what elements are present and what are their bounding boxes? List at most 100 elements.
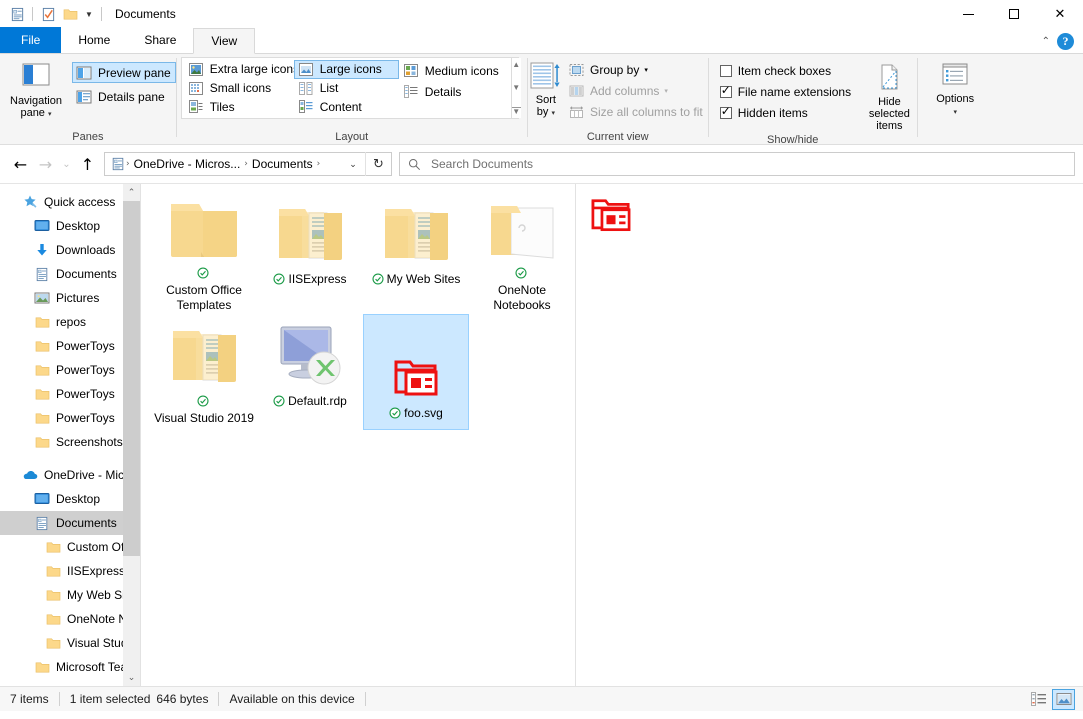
sidebar-item-onedrive-desktop[interactable]: Desktop <box>0 487 140 511</box>
file-name-extensions-option[interactable]: File name extensions <box>717 81 856 102</box>
qat-checkbox-icon[interactable] <box>37 3 59 25</box>
hide-selected-items-button[interactable]: Hide selected items <box>862 58 917 132</box>
layout-tiles[interactable]: Tiles <box>184 97 294 116</box>
sidebar-item-documents[interactable]: Documents <box>0 262 140 286</box>
sidebar-item-visual-studio[interactable]: Visual Studio 2 <box>0 631 140 655</box>
preview-pane-icon <box>75 65 93 81</box>
breadcrumb[interactable]: › OneDrive - Micros... › Documents › ⌄ ↻ <box>104 152 392 176</box>
breadcrumb-dropdown-icon[interactable]: ⌄ <box>341 159 365 170</box>
layout-content[interactable]: Content <box>294 97 399 116</box>
file-item-custom-office-templates[interactable]: Custom Office Templates <box>151 188 257 312</box>
collapse-ribbon-icon[interactable]: ⌃ <box>1037 36 1055 47</box>
file-item-default-rdp[interactable]: Default.rdp <box>257 310 363 428</box>
medium-icons-icon <box>402 63 420 79</box>
layout-scroll-more-icon[interactable]: ▼ <box>511 107 521 116</box>
sidebar-item-powertoys-1[interactable]: PowerToys <box>0 334 140 358</box>
layout-list[interactable]: List <box>294 79 399 98</box>
file-label: Default.rdp <box>258 394 362 411</box>
file-item-iisexpress[interactable]: IISExpress <box>257 188 363 306</box>
options-button[interactable]: Options ▾ <box>919 58 991 117</box>
folder-icon <box>45 635 61 651</box>
sidebar-item-screenshots[interactable]: Screenshots <box>0 430 140 454</box>
minimize-button[interactable] <box>945 0 991 28</box>
breadcrumb-item-onedrive[interactable]: OneDrive - Micros... <box>131 157 244 171</box>
qat-properties-icon[interactable] <box>6 3 28 25</box>
sort-by-caret[interactable]: ▾ <box>551 110 555 117</box>
sidebar-item-my-web-sites[interactable]: My Web Sites <box>0 583 140 607</box>
sidebar-item-quick-access[interactable]: Quick access <box>0 190 140 214</box>
navigation-pane-button[interactable]: Navigation pane ▾ <box>0 58 72 119</box>
help-icon[interactable]: ? <box>1057 32 1074 50</box>
item-check-boxes-checkbox[interactable] <box>719 64 732 77</box>
tab-share[interactable]: Share <box>127 27 194 53</box>
file-item-my-web-sites[interactable]: My Web Sites <box>363 188 469 306</box>
hidden-items-checkbox[interactable] <box>719 104 732 119</box>
layout-scroll-up-icon[interactable]: ▲ <box>512 61 520 69</box>
item-check-boxes-option[interactable]: Item check boxes <box>717 60 856 81</box>
file-item-visual-studio-2019[interactable]: Visual Studio 2019 <box>151 310 257 428</box>
sidebar-item-onenote-notebooks[interactable]: OneNote Note <box>0 607 140 631</box>
sidebar-item-repos[interactable]: repos <box>0 310 140 334</box>
nav-scroll-thumb[interactable] <box>123 201 140 556</box>
sidebar-item-onedrive-documents[interactable]: Documents <box>0 511 140 535</box>
breadcrumb-item-documents[interactable]: Documents <box>249 157 316 171</box>
preview-pane-toggle[interactable]: Preview pane <box>72 62 176 83</box>
sort-by-button[interactable]: Sort by ▾ <box>528 58 564 118</box>
tab-home[interactable]: Home <box>61 27 128 53</box>
group-by-button[interactable]: Group by ▾ <box>564 59 708 80</box>
sidebar-item-powertoys-3[interactable]: PowerToys <box>0 382 140 406</box>
sidebar-item-custom-office[interactable]: Custom Office <box>0 535 140 559</box>
list-icon <box>297 80 315 96</box>
sidebar-item-desktop[interactable]: Desktop <box>0 214 140 238</box>
layout-scroll-down-icon[interactable]: ▼ <box>512 84 520 92</box>
file-name-extensions-checkbox[interactable] <box>719 83 732 98</box>
recent-locations-button[interactable]: ⌄ <box>58 152 75 177</box>
file-item-foo-svg[interactable]: foo.svg <box>363 314 469 430</box>
sidebar-item-onedrive[interactable]: OneDrive - Micros <box>0 463 140 487</box>
file-item-onenote-notebooks[interactable]: OneNote Notebooks <box>469 188 575 312</box>
layout-gallery-scrollbar[interactable]: ▲ ▼ ▼ <box>510 58 521 118</box>
qat-dropdown-icon[interactable]: ▼ <box>81 10 97 19</box>
nav-scroll-track[interactable] <box>123 201 140 669</box>
maximize-button[interactable] <box>991 0 1037 28</box>
layout-large-icons[interactable]: Large icons <box>293 60 399 79</box>
layout-small-icons[interactable]: Small icons <box>184 79 294 98</box>
forward-button[interactable]: → <box>33 152 58 177</box>
tab-view[interactable]: View <box>193 28 256 54</box>
layout-extra-large-icons[interactable]: Extra large icons <box>184 60 299 79</box>
tab-file[interactable]: File <box>0 27 62 53</box>
file-label: Custom Office Templates <box>152 266 256 313</box>
sidebar-item-microsoft-teams[interactable]: Microsoft Teams <box>0 655 140 679</box>
search-input[interactable]: Search Documents <box>431 157 533 171</box>
details-pane-toggle[interactable]: Details pane <box>72 86 176 107</box>
sidebar-item-iisexpress[interactable]: IISExpress <box>0 559 140 583</box>
qat-folder-icon[interactable] <box>59 3 81 25</box>
add-columns-caret[interactable]: ▾ <box>664 87 668 95</box>
sidebar-item-powertoys-4[interactable]: PowerToys <box>0 406 140 430</box>
nav-scroll-down-button[interactable]: ⌄ <box>123 669 140 686</box>
large-icons-view-button[interactable] <box>1052 688 1075 710</box>
layout-medium-icons[interactable]: Medium icons <box>399 60 509 81</box>
layout-details[interactable]: Details <box>399 81 509 102</box>
back-button[interactable]: ← <box>8 152 33 177</box>
search-box[interactable]: Search Documents <box>399 152 1075 176</box>
options-caret[interactable]: ▾ <box>953 109 957 116</box>
size-all-columns-button[interactable]: Size all columns to fit <box>564 101 708 122</box>
add-columns-button[interactable]: Add columns ▾ <box>564 80 708 101</box>
breadcrumb-root-icon[interactable] <box>109 157 125 171</box>
ribbon-group-panes: Navigation pane ▾ Preview pane Details pa… <box>0 54 176 145</box>
sidebar-item-downloads[interactable]: Downloads <box>0 238 140 262</box>
file-list-pane[interactable]: Custom Office Templates IISExpress My We… <box>141 184 575 686</box>
details-view-button[interactable] <box>1027 689 1050 710</box>
sidebar-item-powertoys-2[interactable]: PowerToys <box>0 358 140 382</box>
nav-scroll-up-button[interactable]: ⌃ <box>123 184 140 201</box>
hidden-items-option[interactable]: Hidden items <box>717 102 856 123</box>
navigation-pane-scrollbar[interactable]: ⌃ ⌄ <box>123 184 140 686</box>
group-by-caret[interactable]: ▾ <box>644 66 648 74</box>
close-button[interactable]: ✕ <box>1037 0 1083 28</box>
breadcrumb-separator-2[interactable]: › <box>316 159 322 169</box>
up-button[interactable]: ↑ <box>75 152 100 177</box>
refresh-button[interactable]: ↻ <box>365 152 391 176</box>
navigation-pane-caret[interactable]: ▾ <box>48 111 52 118</box>
sidebar-item-pictures[interactable]: Pictures <box>0 286 140 310</box>
